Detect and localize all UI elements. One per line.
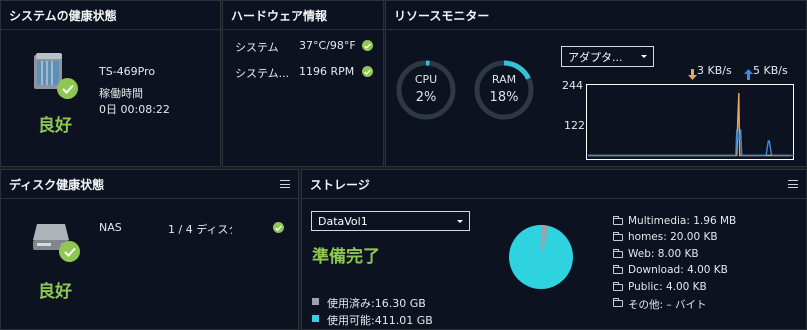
network-chart [586,84,794,160]
folder-icon [613,265,623,275]
hw-temp-label: システム [235,41,279,54]
disk-ok-check-icon [59,241,80,262]
free-space: 使用可能:411.01 GB [327,314,433,327]
folder-icon [613,248,623,258]
upload-rate: 3 KB/s [697,64,732,77]
resource-monitor-title: リソースモニター [394,8,490,23]
chevron-down-icon [457,219,463,223]
folder-icon [613,232,623,242]
upload-arrow-icon [688,65,697,80]
resource-monitor-panel: リソースモニター CPU 2% RAM 18% アダプタ... 3 KB/s 5… [385,0,807,167]
device-model: TS-469Pro [99,65,156,78]
uptime-value: 0日 00:08:22 [99,103,170,116]
folder-icon [613,298,623,307]
volume-status: 準備完了 [312,247,380,267]
ram-label: RAM [491,73,517,86]
disk-health-panel: ディスク健康状態 良好 NAS 1 / 4 ディスク [0,169,299,330]
adapter-select-value: アダプタ... [568,50,623,64]
folder-item[interactable]: Download: 4.00 KB [628,264,728,276]
hardware-info-header: ハードウェア情報 [223,1,383,30]
folder-item[interactable]: Web: 8.00 KB [628,248,699,260]
folder-item[interactable]: Multimedia: 1.96 MB [628,215,736,227]
cpu-label: CPU [414,73,438,86]
disk-check-icon [273,222,284,233]
hw-fan-label: システム... [235,67,290,80]
download-series-line [588,129,794,157]
resource-monitor-header: リソースモニター [386,1,806,30]
hw-temp-value: 37°C/98°F [299,39,356,52]
upload-series-line [588,92,790,157]
volume-select-value: DataVol1 [318,214,368,228]
system-health-panel: システムの健康状態 良好 TS-469Pro 稼働時間 0日 00:08:22 [0,0,221,167]
system-health-title: システムの健康状態 [9,8,117,23]
free-legend-swatch [312,315,319,322]
cpu-gauge[interactable]: CPU 2% [395,59,457,121]
disk-name: NAS [99,221,122,234]
chart-y-mid: 122 [564,119,585,132]
uptime-label: 稼働時間 [99,87,143,100]
hardware-info-title: ハードウェア情報 [231,8,328,23]
download-rate: 5 KB/s [753,64,788,77]
folder-icon [613,216,623,225]
used-space: 使用済み:16.30 GB [327,297,426,310]
used-legend-swatch [312,298,319,305]
health-status: 良好 [38,116,72,136]
hw-fan-check-icon [362,66,373,77]
system-health-header: システムの健康状態 [1,1,220,30]
cpu-value: 2% [415,90,437,105]
folder-item[interactable]: homes: 20.00 KB [628,231,718,243]
storage-header: ストレージ [302,170,806,199]
disk-menu-icon[interactable] [280,180,290,188]
disk-count: 1 / 4 ディスク [168,223,232,236]
folder-icon [613,281,623,291]
volume-select[interactable]: DataVol1 [311,211,470,231]
hw-temp-check-icon [362,40,373,51]
disk-health-header: ディスク健康状態 [1,170,298,199]
adapter-select[interactable]: アダプタ... [561,46,654,67]
chart-y-max: 244 [562,79,583,92]
folder-item[interactable]: その他: – バイト [628,297,706,312]
storage-pie-chart [509,225,573,289]
storage-title: ストレージ [310,177,370,192]
health-ok-check-icon [57,78,78,99]
ram-value: 18% [489,90,519,105]
ram-gauge[interactable]: RAM 18% [473,59,535,121]
disk-health-title: ディスク健康状態 [9,177,105,192]
storage-panel: ストレージ DataVol1 準備完了 使用済み:16.30 GB 使用可能:4… [301,169,807,330]
hardware-info-panel: ハードウェア情報 システム 37°C/98°F システム... 1196 RPM [222,0,384,167]
disk-status: 良好 [38,282,72,302]
download-arrow-icon [744,65,753,80]
folder-item[interactable]: Public: 4.00 KB [628,281,707,293]
chevron-down-icon [641,55,647,58]
hw-fan-value: 1196 RPM [299,65,355,78]
storage-menu-icon[interactable] [788,180,798,188]
